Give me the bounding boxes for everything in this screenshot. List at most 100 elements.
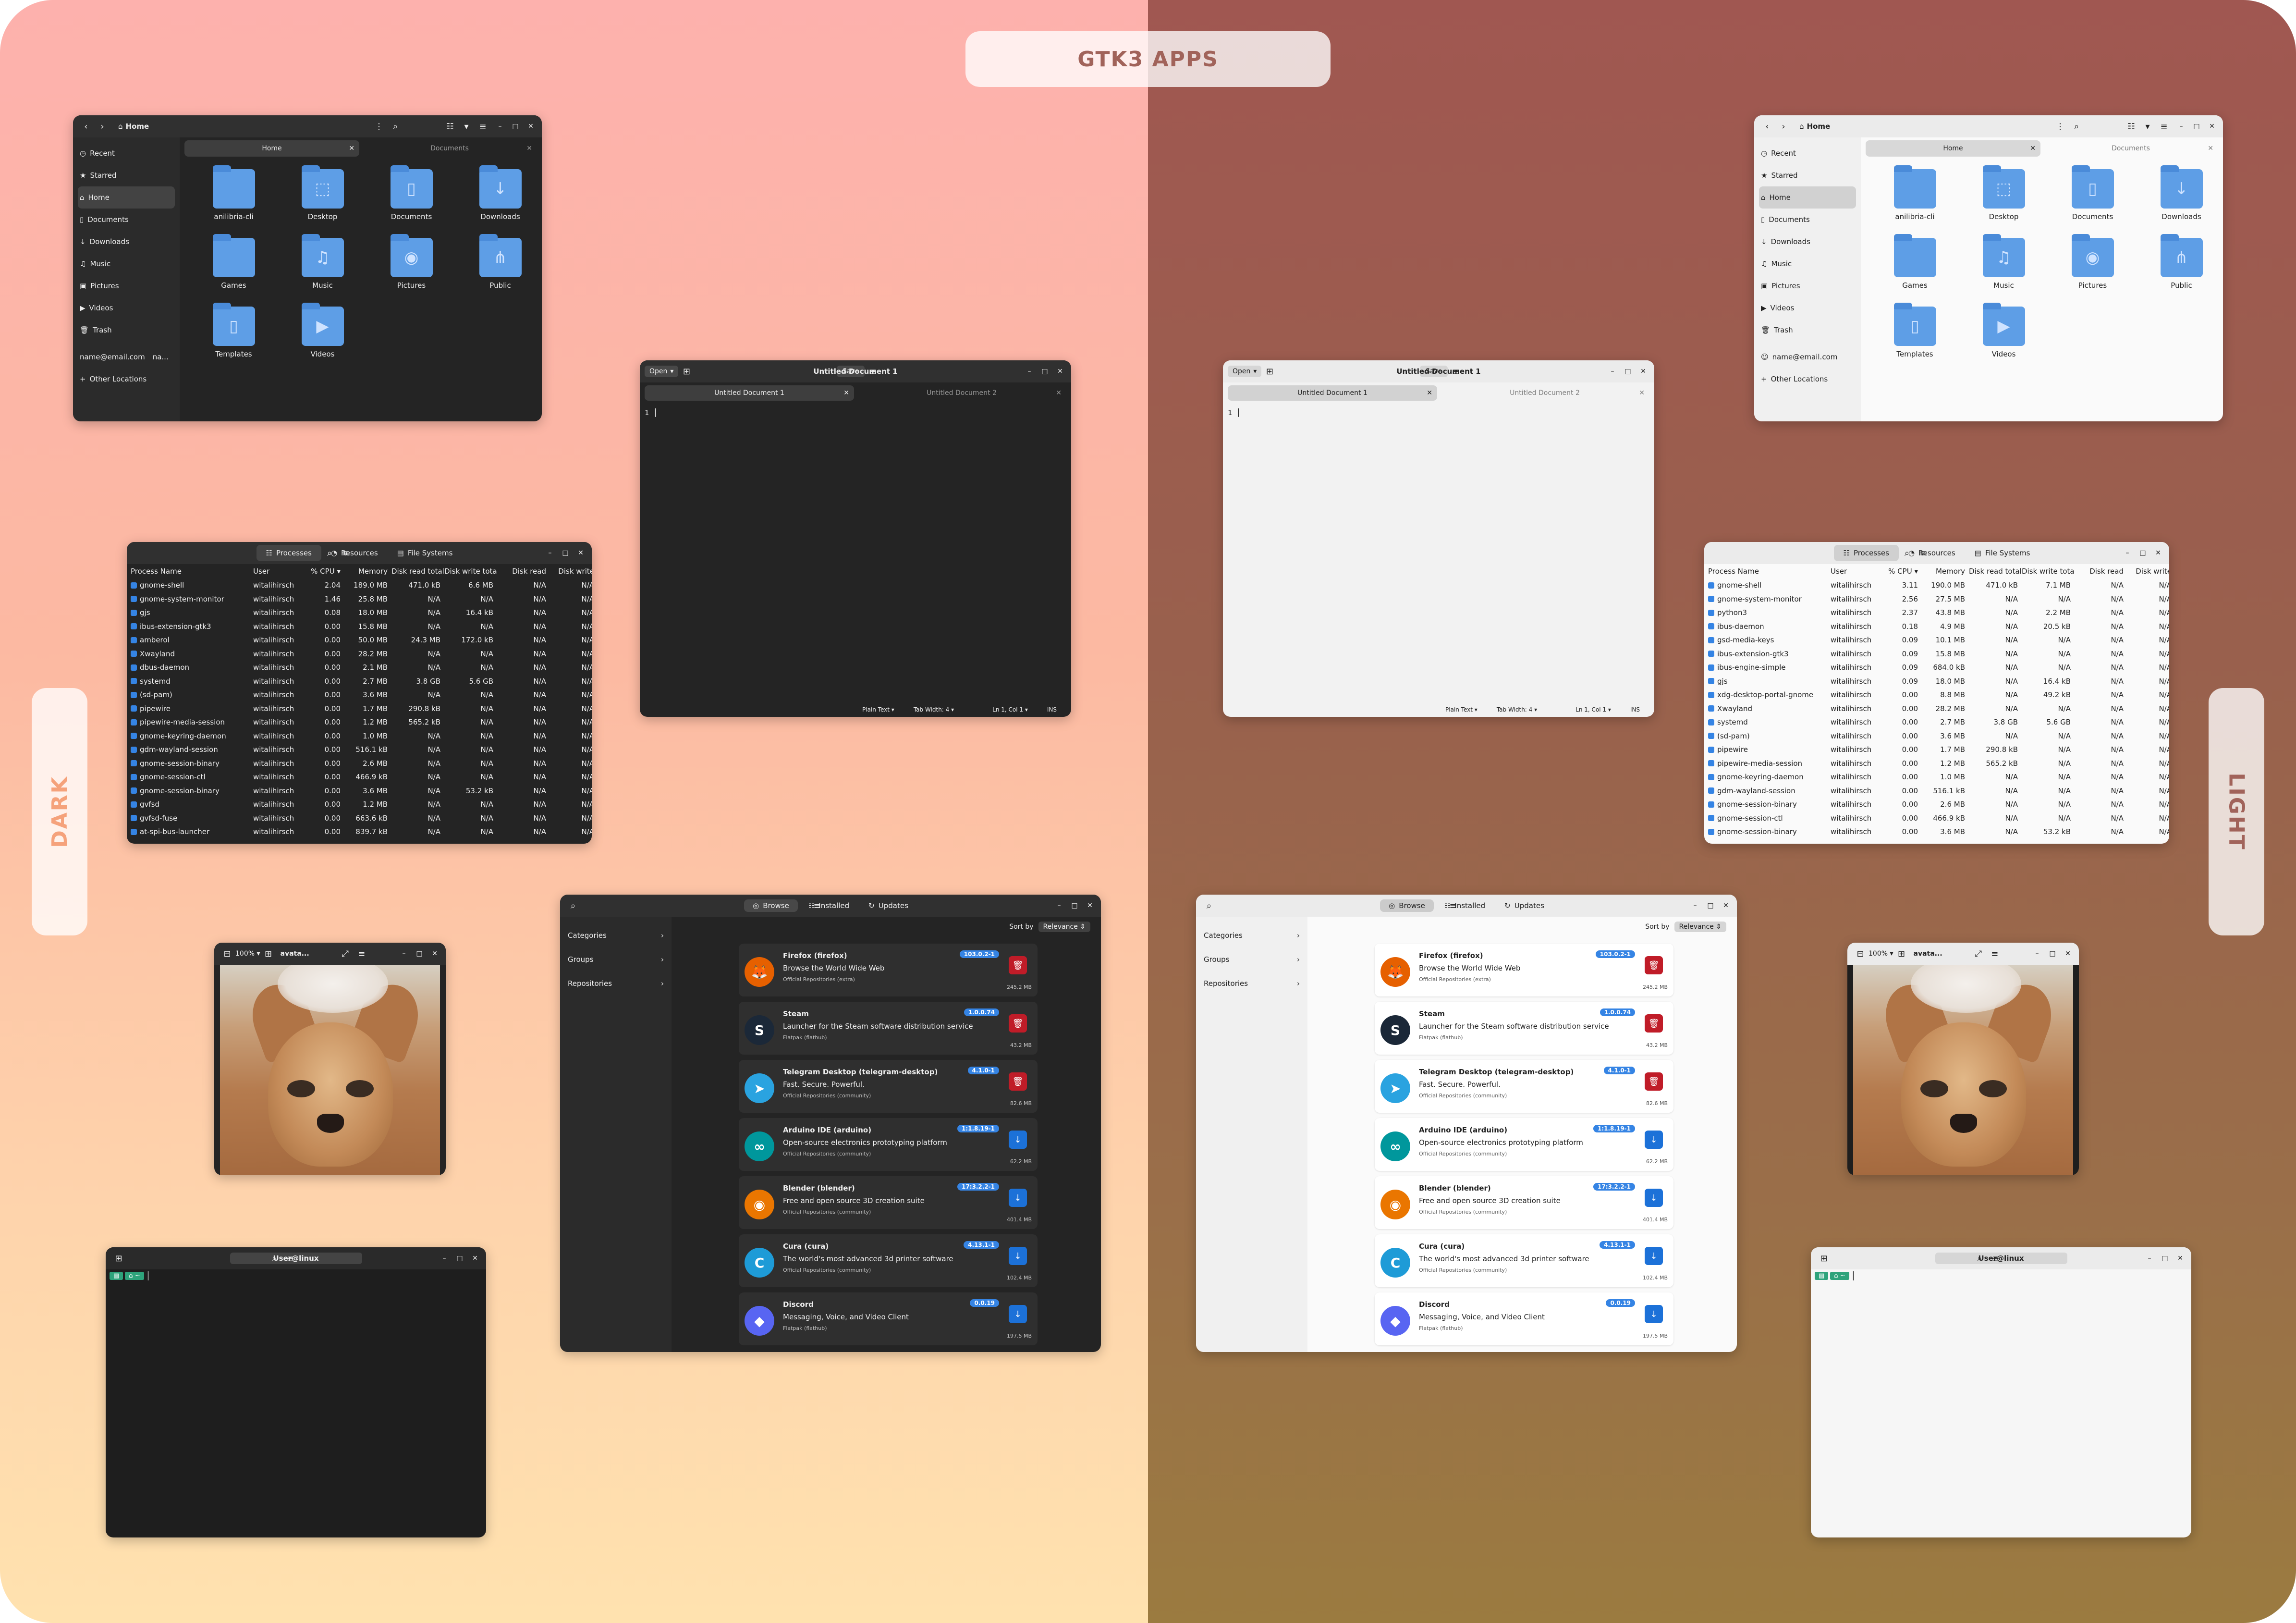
table-row[interactable]: (sd-pam) witalihirsch 0.00 3.6 MB N/A N/A N/A N… bbox=[1704, 729, 2169, 743]
minimize-icon[interactable]: – bbox=[1606, 365, 1619, 378]
sidebar-item-categories[interactable]: Categories › bbox=[1196, 923, 1307, 947]
app-card[interactable]: S Steam Launcher for the Steam software di… bbox=[1375, 1002, 1673, 1055]
table-row[interactable]: gjs witalihirsch 0.09 18.0 MB N/A 16.4 kB N/A N… bbox=[1704, 675, 2169, 689]
column-header[interactable]: Disk read total bbox=[391, 567, 444, 576]
table-row[interactable]: at-spi-bus-launcher witalihirsch 0.00 839.7… bbox=[127, 825, 592, 839]
table-row[interactable]: xdg-desktop-portal-gnome witalihirsch 0.00… bbox=[1704, 688, 2169, 702]
folder-item[interactable]: ↓ Downloads bbox=[456, 164, 542, 233]
sidebar-item-other-locations[interactable]: + Other Locations bbox=[73, 368, 180, 390]
zoom-out-icon[interactable]: ⊟ bbox=[219, 946, 235, 961]
tab-documents[interactable]: Documents ✕ bbox=[362, 140, 537, 157]
install-button[interactable]: ↓ bbox=[1645, 1131, 1663, 1149]
folder-item[interactable]: ♫ Music bbox=[1959, 233, 2048, 302]
search-icon[interactable]: ⌕ bbox=[266, 1251, 282, 1266]
terminal-prompt[interactable]: ▤ ⌂ ~ │ bbox=[1815, 1271, 1856, 1280]
folder-item[interactable]: Games bbox=[189, 233, 278, 302]
close-icon[interactable]: ✕ bbox=[2174, 1252, 2186, 1265]
folder-item[interactable]: ▯ Documents bbox=[367, 164, 456, 233]
folder-item[interactable]: ⬚ Desktop bbox=[278, 164, 367, 233]
table-row[interactable]: systemd witalihirsch 0.00 2.7 MB 3.8 GB 5.6 G… bbox=[127, 675, 592, 689]
sidebar-item-videos[interactable]: ▶ Videos bbox=[73, 297, 180, 319]
minimize-icon[interactable]: – bbox=[2143, 1252, 2156, 1265]
new-tab-icon[interactable]: ⊞ bbox=[110, 1251, 127, 1266]
maximize-icon[interactable]: □ bbox=[1622, 365, 1634, 378]
close-icon[interactable]: ✕ bbox=[1056, 389, 1062, 397]
sidebar-item-videos[interactable]: ▶ Videos bbox=[1754, 297, 1861, 319]
tab-document-2[interactable]: Untitled Document 2 ✕ bbox=[857, 385, 1066, 401]
install-button[interactable]: ↓ bbox=[1009, 1247, 1027, 1265]
table-row[interactable]: gsd-media-keys witalihirsch 0.09 10.1 MB N/A… bbox=[1704, 633, 2169, 647]
app-card[interactable]: ➤ Telegram Desktop (telegram-desktop) Fast… bbox=[1375, 1060, 1673, 1113]
menu-icon[interactable]: ≡ bbox=[282, 1251, 299, 1266]
table-row[interactable]: pipewire-media-session witalihirsch 0.00 1.… bbox=[1704, 757, 2169, 771]
app-card[interactable]: ➤ Telegram Desktop (telegram-desktop) Fast… bbox=[739, 1060, 1038, 1113]
zoom-in-icon[interactable]: ⊞ bbox=[1893, 946, 1910, 961]
close-icon[interactable]: ✕ bbox=[2206, 120, 2218, 133]
more-icon[interactable]: ⋮ bbox=[371, 119, 387, 134]
folder-item[interactable]: ⋔ Public bbox=[2137, 233, 2223, 302]
sidebar-item-recent[interactable]: ◷ Recent bbox=[73, 142, 180, 164]
table-row[interactable]: gnome-system-monitor witalihirsch 2.56 27.5… bbox=[1704, 592, 2169, 606]
sidebar-item-repositories[interactable]: Repositories › bbox=[1196, 971, 1307, 996]
chevron-down-icon[interactable]: ▾ bbox=[458, 119, 475, 134]
app-card[interactable]: ◆ Discord Messaging, Voice, and Video Clie… bbox=[1375, 1292, 1673, 1345]
menu-icon[interactable]: ≡ bbox=[1448, 364, 1464, 379]
table-row[interactable]: ibus-engine-simple witalihirsch 0.09 684.0 … bbox=[1704, 661, 2169, 675]
tab-installed[interactable]: ☷ Installed bbox=[1436, 899, 1494, 912]
zoom-selector[interactable]: 100% ▾ bbox=[235, 950, 260, 958]
view-list-icon[interactable]: ☷ bbox=[2123, 119, 2139, 134]
app-card[interactable]: 🦊 Firefox (firefox) Browse the World Wide … bbox=[1375, 944, 1673, 996]
table-row[interactable]: gnome-session-binary witalihirsch 0.00 2.6 … bbox=[127, 757, 592, 771]
app-card[interactable]: ∞ Arduino IDE (arduino) Open-source electr… bbox=[1375, 1118, 1673, 1171]
table-row[interactable]: ibus-daemon witalihirsch 0.18 4.9 MB N/A 20.5… bbox=[1704, 620, 2169, 634]
tab-file-systems[interactable]: ▤ File Systems bbox=[388, 542, 463, 564]
column-header[interactable]: % CPU ▾ bbox=[1883, 567, 1922, 576]
sidebar-item-pictures[interactable]: ▣ Pictures bbox=[1754, 275, 1861, 297]
folder-item[interactable]: ▶ Videos bbox=[278, 302, 367, 370]
close-icon[interactable]: ✕ bbox=[1639, 389, 1645, 397]
close-icon[interactable]: ✕ bbox=[349, 145, 354, 152]
tab-resources[interactable]: ◔ Resources bbox=[321, 542, 388, 564]
app-card[interactable]: ◆ Discord Messaging, Voice, and Video Clie… bbox=[739, 1292, 1038, 1345]
sidebar-item-home[interactable]: ⌂ Home bbox=[1759, 186, 1856, 209]
sidebar-item-trash[interactable]: 🗑 Trash bbox=[73, 319, 180, 341]
cursor-position[interactable]: Ln 1, Col 1 ▾ bbox=[992, 706, 1028, 713]
table-row[interactable]: gnome-session-ctl witalihirsch 0.00 466.9 k… bbox=[127, 770, 592, 784]
tab-updates[interactable]: ↻ Updates bbox=[1496, 899, 1553, 912]
table-row[interactable]: Xwayland witalihirsch 0.00 28.2 MB N/A N/A N/A… bbox=[127, 647, 592, 661]
close-icon[interactable]: ✕ bbox=[526, 145, 532, 152]
sidebar-item-downloads[interactable]: ↓ Downloads bbox=[73, 231, 180, 253]
tab-home[interactable]: Home ✕ bbox=[184, 140, 359, 157]
tab-width-selector[interactable]: Tab Width: 4 ▾ bbox=[1497, 706, 1537, 713]
cursor-position[interactable]: Ln 1, Col 1 ▾ bbox=[1575, 706, 1611, 713]
install-button[interactable]: ↓ bbox=[1645, 1305, 1663, 1323]
close-icon[interactable]: ✕ bbox=[1637, 365, 1649, 378]
sidebar-item-home[interactable]: ⌂ Home bbox=[78, 186, 175, 209]
app-card[interactable]: ◉ Blender (blender) Free and open source 3… bbox=[739, 1176, 1038, 1229]
column-header[interactable]: Process Name bbox=[1708, 567, 1831, 576]
sidebar-item-groups[interactable]: Groups › bbox=[1196, 947, 1307, 971]
close-icon[interactable]: ✕ bbox=[525, 120, 537, 133]
menu-icon[interactable]: ≡ bbox=[1987, 946, 2003, 961]
table-row[interactable]: gvfsd-fuse witalihirsch 0.00 663.6 kB N/A N/A… bbox=[127, 812, 592, 825]
text-area[interactable]: 1 │ bbox=[640, 404, 1071, 422]
table-row[interactable]: gdm-wayland-session witalihirsch 0.00 516.1… bbox=[1704, 784, 2169, 798]
table-row[interactable]: gnome-session-binary witalihirsch 0.00 3.6 … bbox=[127, 784, 592, 798]
app-card[interactable]: ∞ Arduino IDE (arduino) Open-source electr… bbox=[739, 1118, 1038, 1171]
minimize-icon[interactable]: – bbox=[1023, 365, 1036, 378]
column-header[interactable]: Disk read bbox=[497, 567, 550, 576]
language-selector[interactable]: Plain Text ▾ bbox=[1445, 706, 1478, 713]
folder-item[interactable]: ◉ Pictures bbox=[2048, 233, 2137, 302]
fullscreen-icon[interactable]: ⤢ bbox=[1970, 946, 1987, 961]
table-row[interactable]: dbus-daemon witalihirsch 0.00 2.1 MB N/A N/A N… bbox=[127, 661, 592, 675]
folder-item[interactable]: ▯ Templates bbox=[1870, 302, 1959, 370]
folder-item[interactable]: anilibria-cli bbox=[1870, 164, 1959, 233]
forward-icon[interactable]: › bbox=[1775, 119, 1792, 134]
maximize-icon[interactable]: □ bbox=[413, 947, 426, 960]
column-header[interactable]: % CPU ▾ bbox=[306, 567, 344, 576]
close-icon[interactable]: ✕ bbox=[2030, 145, 2036, 152]
table-row[interactable]: gnome-keyring-daemon witalihirsch 0.00 1.0 … bbox=[1704, 770, 2169, 784]
tab-resources[interactable]: ◔ Resources bbox=[1899, 542, 1965, 564]
tab-processes[interactable]: ☷ Processes bbox=[1833, 545, 1899, 561]
table-row[interactable]: gnome-shell witalihirsch 2.04 189.0 MB 471.0… bbox=[127, 578, 592, 592]
